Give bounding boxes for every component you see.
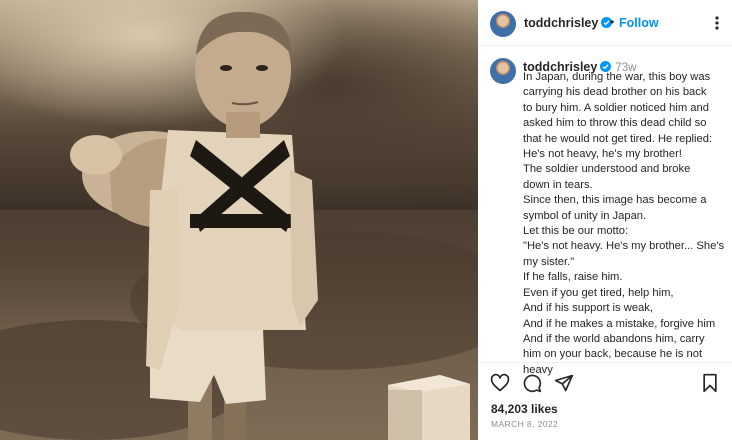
post-header: toddchrisley • Follow (478, 0, 732, 46)
post-photo[interactable] (0, 0, 478, 440)
caption-line: "He's not heavy. He's my brother... She'… (523, 240, 725, 253)
caption-line: And if his support is weak, (523, 302, 653, 315)
caption-line: Even if you get tired, help him, (523, 286, 674, 299)
caption-line: And if the world abandons him, carry (523, 332, 705, 345)
caption-line: down in tears. (523, 178, 593, 191)
action-bar: 84,203 likes MARCH 8, 2022 (478, 362, 732, 440)
caption-line: carrying his dead brother on his back (523, 86, 707, 99)
caption-line: Let this be our motto: (523, 225, 629, 238)
caption-line: The soldier understood and broke (523, 163, 691, 176)
caption-avatar[interactable] (490, 58, 516, 84)
bookmark-icon[interactable] (700, 373, 720, 393)
header-username[interactable]: toddchrisley (524, 16, 613, 30)
post-date[interactable]: MARCH 8, 2022 (491, 419, 558, 429)
username-text[interactable]: toddchrisley (524, 16, 598, 30)
share-icon[interactable] (554, 373, 574, 393)
caption-line: that he would not get tired. He replied: (523, 132, 713, 145)
caption-line: And if he makes a mistake, forgive him (523, 317, 716, 330)
photo-illustration (0, 11, 478, 440)
caption-line: asked him to throw this dead child so (523, 117, 707, 130)
post-side-panel: toddchrisley • Follow toddchrisley 73w In… (478, 0, 732, 440)
caption-line: to bury him. A soldier noticed him and (523, 101, 709, 114)
caption-line: my sister." (523, 255, 575, 268)
caption-line: Since then, this image has become a (523, 194, 707, 207)
likes-count[interactable]: 84,203 likes (491, 402, 558, 416)
caption-text: In Japan, during the war, this boy was c… (523, 70, 728, 378)
caption-line: If he falls, raise him. (523, 271, 623, 284)
comment-icon[interactable] (522, 373, 542, 393)
heart-icon[interactable] (490, 373, 510, 393)
caption-line: symbol of unity in Japan. (523, 209, 647, 222)
caption-line: In Japan, during the war, this boy was (523, 71, 711, 83)
more-options-icon[interactable] (710, 14, 724, 32)
follow-button[interactable]: Follow (619, 16, 659, 30)
avatar[interactable] (490, 11, 516, 37)
separator-dot: • (610, 15, 615, 29)
caption-line: him on your back, because he is not (523, 348, 703, 361)
caption-line: He's not heavy, he's my brother! (523, 148, 682, 161)
